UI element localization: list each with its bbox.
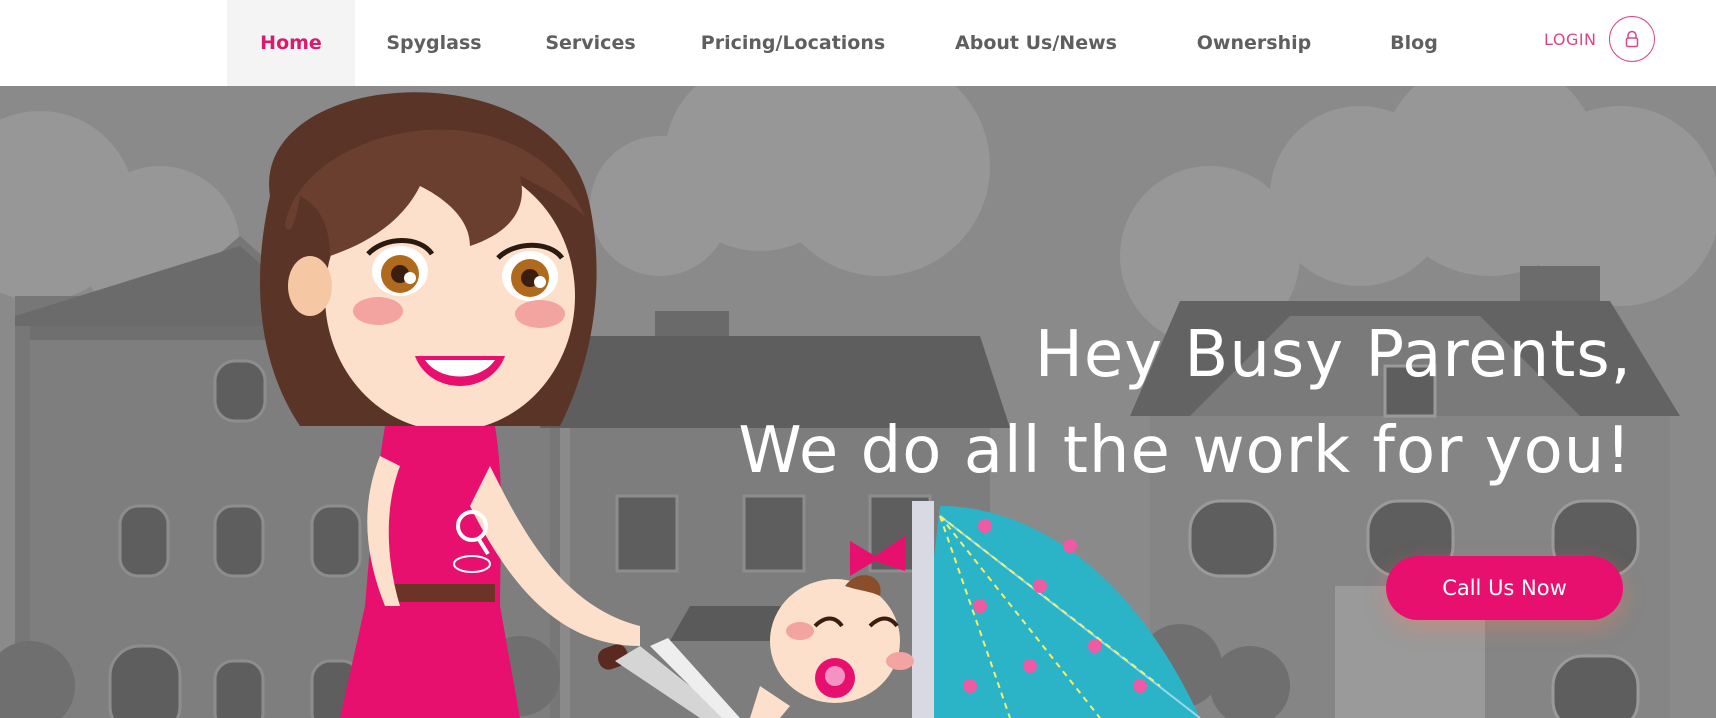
main-nav: Home Spyglass Services Pricing/Locations…: [227, 0, 1474, 86]
nav-pricing-locations[interactable]: Pricing/Locations: [668, 0, 918, 86]
hero-title-line-2: We do all the work for you!: [738, 414, 1632, 488]
call-us-now-button[interactable]: Call Us Now: [1386, 556, 1623, 620]
hero-banner: Hey Busy Parents, We do all the work for…: [0, 86, 1716, 718]
hero-illustration: [0, 86, 1716, 718]
top-navigation-bar: Home Spyglass Services Pricing/Locations…: [0, 0, 1716, 86]
nav-services[interactable]: Services: [513, 0, 668, 86]
nav-spyglass[interactable]: Spyglass: [355, 0, 513, 86]
nav-blog[interactable]: Blog: [1354, 0, 1474, 86]
login-label: LOGIN: [1544, 29, 1597, 49]
nav-ownership[interactable]: Ownership: [1154, 0, 1354, 86]
nav-about-us-news[interactable]: About Us/News: [918, 0, 1154, 86]
hero-title-line-1: Hey Busy Parents,: [1034, 318, 1632, 392]
page: Home Spyglass Services Pricing/Locations…: [0, 0, 1716, 718]
login-button[interactable]: LOGIN: [1544, 14, 1655, 64]
lock-icon: [1608, 16, 1655, 62]
nav-home[interactable]: Home: [227, 0, 355, 86]
